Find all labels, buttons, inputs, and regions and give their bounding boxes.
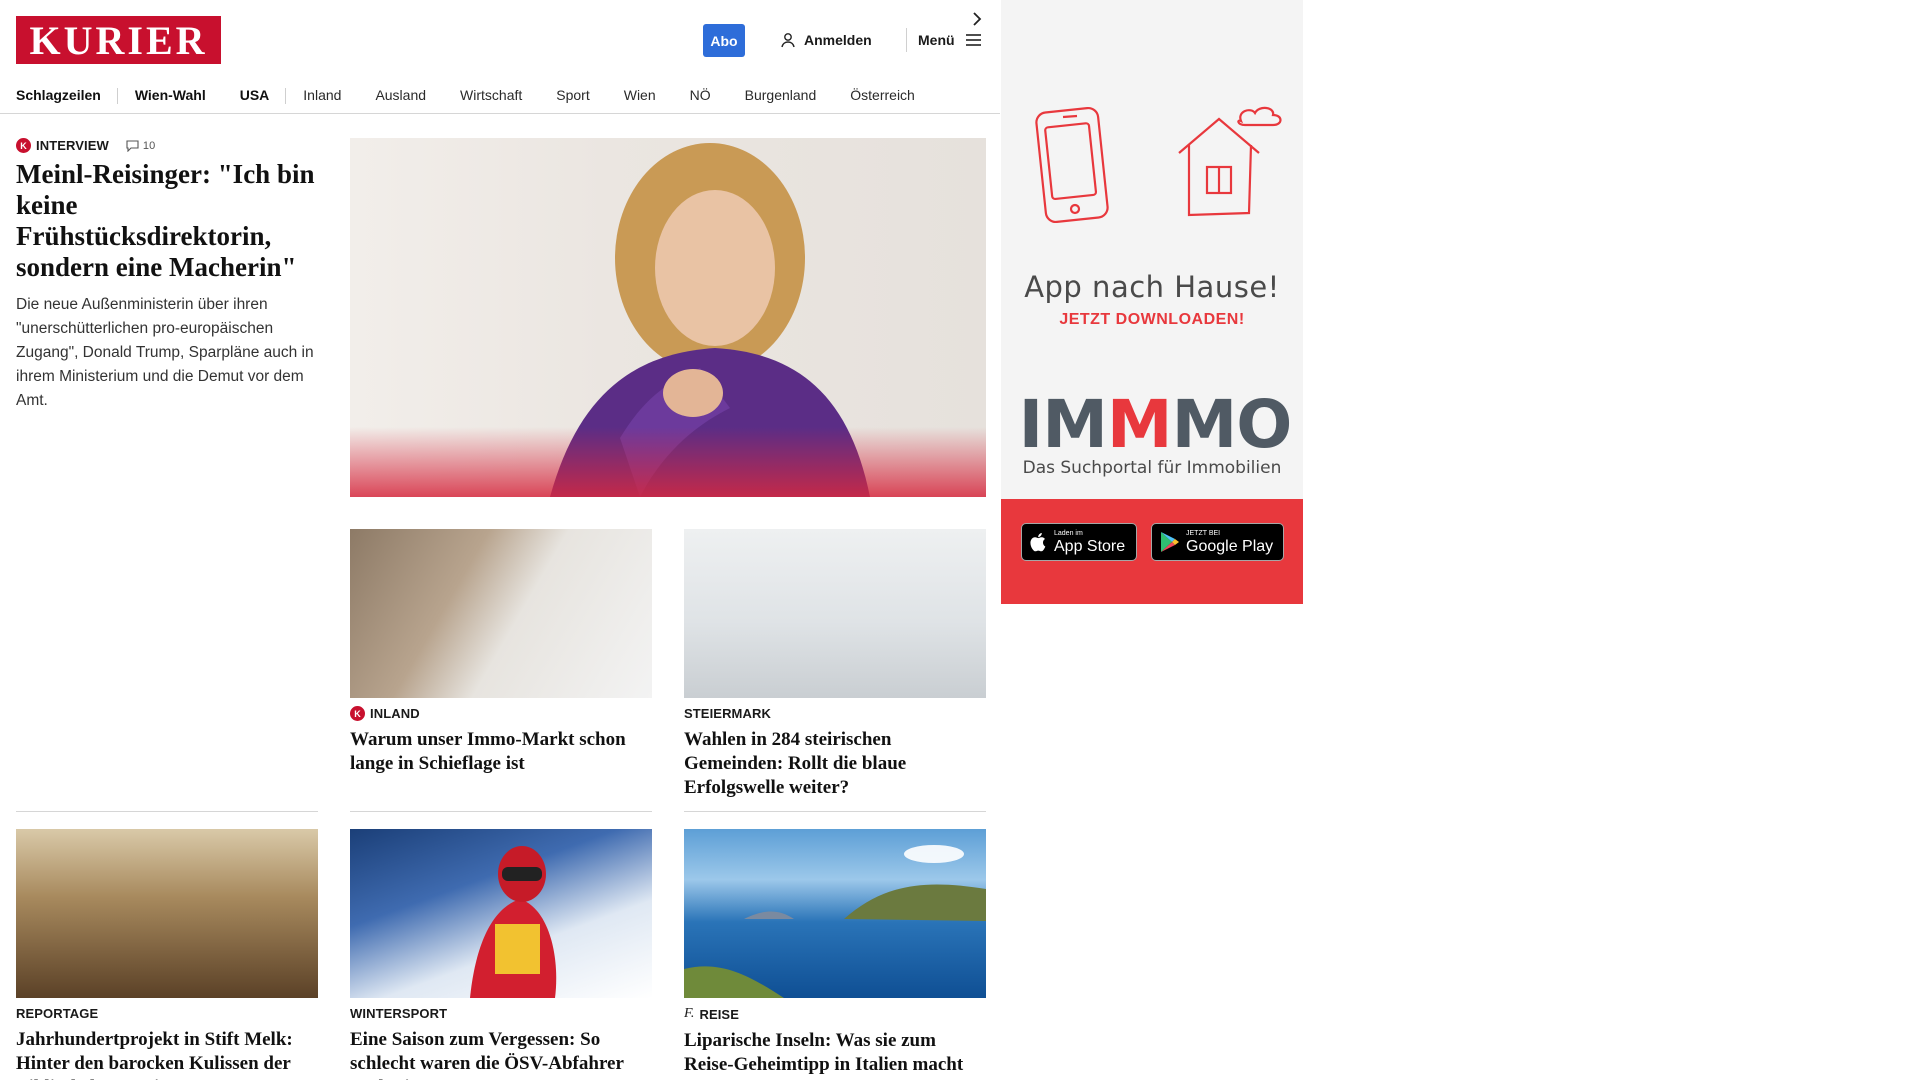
google-play-button[interactable]: JETZT BEI Google Play	[1151, 523, 1284, 561]
google-play-icon	[1161, 532, 1179, 552]
kurier-plus-icon: K	[16, 138, 31, 153]
card-headline[interactable]: Jahrhundertprojekt in Stift Melk: Hinter…	[16, 1028, 318, 1080]
immmo-advertisement[interactable]: App nach Hause! JETZT DOWNLOADEN! IMMMO …	[1001, 0, 1303, 604]
lead-headline[interactable]: Meinl-Reisinger: "Ich bin keine Frühstüc…	[16, 159, 321, 283]
freizeit-icon: f.	[684, 1006, 695, 1021]
comment-icon	[126, 139, 139, 152]
island-illustration	[684, 845, 986, 998]
google-play-text: JETZT BEI Google Play	[1186, 530, 1273, 555]
lead-kicker-label: INTERVIEW	[36, 138, 109, 153]
lead-image-fade	[350, 427, 986, 497]
house-icon	[1178, 106, 1282, 217]
immmo-logo-part: MO	[1171, 386, 1293, 463]
card-image-immo[interactable]	[350, 529, 652, 698]
card-headline[interactable]: Liparische Inseln: Was sie zum Reise-Geh…	[684, 1029, 986, 1077]
nav-item-wirtschaft[interactable]: Wirtschaft	[443, 87, 539, 103]
nav-item-wien[interactable]: Wien	[607, 87, 673, 103]
card-kicker-label: REISE	[699, 1006, 739, 1022]
app-store-big: App Store	[1054, 537, 1126, 555]
nav-item-schlagzeilen[interactable]: Schlagzeilen	[16, 87, 118, 104]
ad-subtitle[interactable]: JETZT DOWNLOADEN!	[1001, 311, 1303, 329]
row-divider	[350, 811, 652, 812]
card-headline[interactable]: Wahlen in 284 steirischen Gemeinden: Rol…	[684, 728, 986, 800]
immmo-logo: IMMMO	[1015, 392, 1295, 458]
card-kicker: STEIERMARK	[684, 706, 986, 721]
comment-count-value: 10	[142, 139, 156, 152]
lead-image[interactable]	[350, 138, 986, 497]
lead-article[interactable]: K INTERVIEW 10 Meinl-Reisinger: "Ich bin…	[16, 138, 321, 413]
card-kicker: f. REISE	[684, 1006, 986, 1022]
card-image-melk[interactable]	[16, 829, 318, 998]
menu-button[interactable]: Menü	[918, 28, 982, 52]
apple-icon	[1030, 533, 1046, 552]
row-divider	[16, 811, 318, 812]
kurier-logo[interactable]: KURIER	[16, 16, 221, 64]
card-headline[interactable]: Warum unser Immo-Markt schon lange in Sc…	[350, 728, 652, 776]
kurier-plus-icon: K	[350, 706, 365, 721]
smartphone-icon	[1035, 106, 1109, 224]
ad-title: App nach Hause!	[1024, 270, 1280, 304]
menu-label: Menü	[918, 32, 955, 48]
card-image-reise[interactable]	[684, 829, 986, 998]
nav-item-usa[interactable]: USA	[223, 87, 287, 104]
app-store-button[interactable]: Laden im App Store	[1021, 523, 1137, 561]
nav-item-ausland[interactable]: Ausland	[358, 87, 443, 103]
ad-tagline: Das Suchportal für Immobilien	[1022, 458, 1282, 478]
row-divider	[684, 811, 986, 812]
nav-item-sport[interactable]: Sport	[539, 87, 606, 103]
header-divider	[906, 28, 907, 52]
card-image-ski[interactable]	[350, 829, 652, 998]
login-link[interactable]: Anmelden	[780, 28, 872, 52]
card-melk[interactable]: REPORTAGE Jahrhundertprojekt in Stift Me…	[16, 1006, 318, 1080]
card-kicker-label: REPORTAGE	[16, 1006, 99, 1021]
skier-illustration	[470, 846, 557, 998]
card-ski[interactable]: WINTERSPORT Eine Saison zum Vergessen: S…	[350, 1006, 652, 1080]
card-kicker-label: STEIERMARK	[684, 706, 771, 721]
nav-item-burgenland[interactable]: Burgenland	[728, 87, 834, 103]
card-kicker: WINTERSPORT	[350, 1006, 652, 1021]
app-store-text: Laden im App Store	[1054, 530, 1125, 555]
card-immo[interactable]: K INLAND Warum unser Immo-Markt schon la…	[350, 706, 652, 776]
card-kicker: REPORTAGE	[16, 1006, 318, 1021]
card-headline[interactable]: Eine Saison zum Vergessen: So schlecht w…	[350, 1028, 652, 1080]
card-reise[interactable]: f. REISE Liparische Inseln: Was sie zum …	[684, 1006, 986, 1077]
google-play-small: JETZT BEI	[1186, 529, 1221, 537]
card-kicker-label: WINTERSPORT	[350, 1006, 448, 1021]
nav-item-oesterreich[interactable]: Österreich	[833, 87, 932, 103]
chevron-right-icon[interactable]	[968, 10, 986, 28]
news-site: KURIER Abo Anmelden Menü Schlagzeilen Wi…	[0, 0, 1000, 1080]
nav-item-noe[interactable]: NÖ	[673, 87, 728, 103]
nav-item-inland[interactable]: Inland	[286, 87, 358, 103]
user-icon	[781, 33, 795, 48]
lead-teaser: Die neue Außenministerin über ihren "une…	[16, 296, 314, 409]
section-nav: Schlagzeilen Wien-Wahl USA Inland Auslan…	[0, 76, 1000, 114]
comment-count[interactable]: 10	[126, 140, 155, 152]
card-kicker: K INLAND	[350, 706, 652, 721]
google-play-big: Google Play	[1186, 537, 1274, 555]
lead-kicker: K INTERVIEW 10	[16, 138, 321, 153]
login-label: Anmelden	[804, 32, 872, 48]
app-store-small: Laden im	[1054, 529, 1083, 537]
immmo-logo-accent: M	[1106, 386, 1173, 463]
abo-button[interactable]: Abo	[703, 24, 745, 57]
hamburger-icon	[965, 34, 981, 46]
card-steiermark[interactable]: STEIERMARK Wahlen in 284 steirischen Gem…	[684, 706, 986, 800]
card-kicker-label: INLAND	[370, 706, 420, 721]
nav-item-wien-wahl[interactable]: Wien-Wahl	[118, 87, 223, 103]
immmo-logo-part: IM	[1018, 386, 1108, 463]
card-image-steiermark[interactable]	[684, 529, 986, 698]
